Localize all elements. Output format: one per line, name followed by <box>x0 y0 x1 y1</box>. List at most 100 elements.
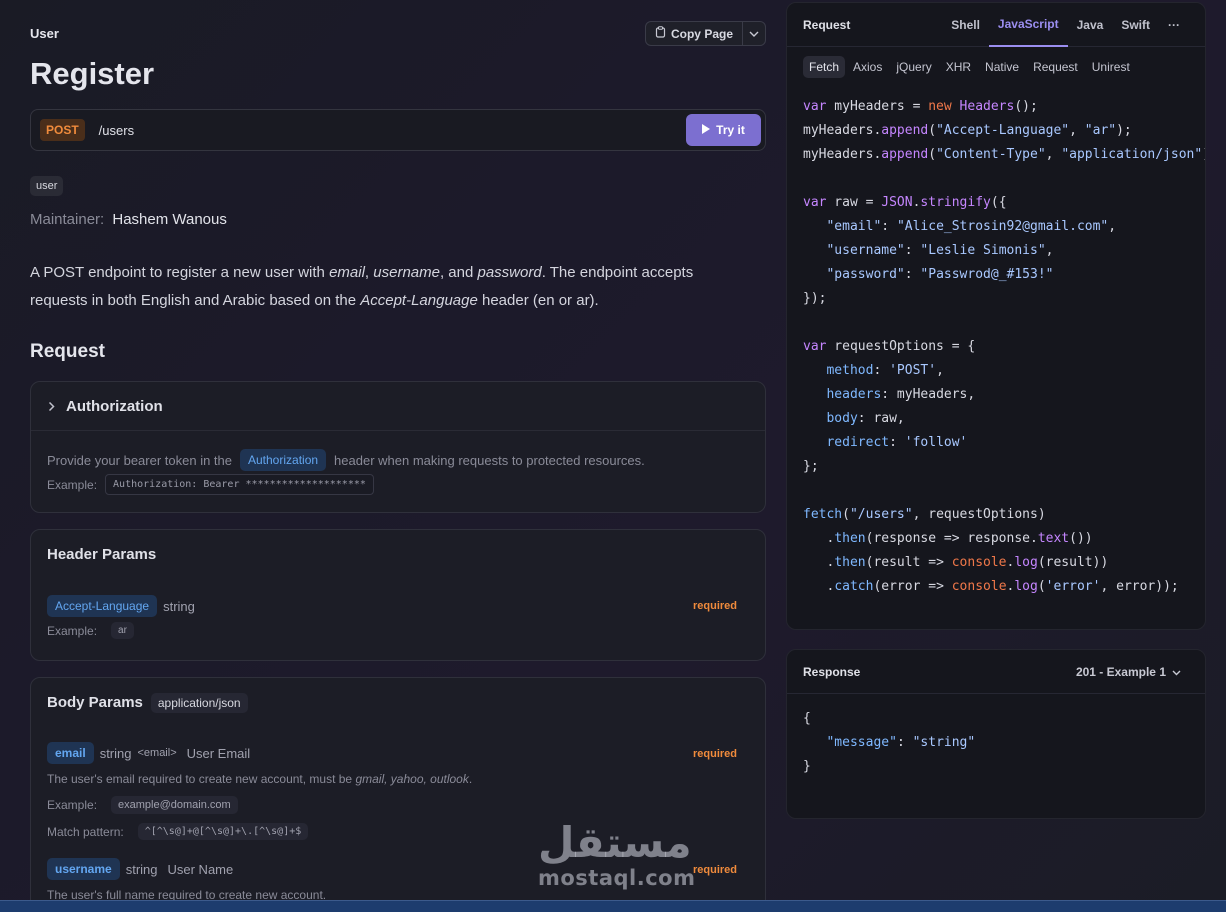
authorization-example: Example: Authorization: Bearer *********… <box>47 474 374 495</box>
param-name: email <box>47 742 94 764</box>
desc-em: username <box>373 264 440 281</box>
watermark-arabic: مستقل <box>538 818 692 867</box>
library-tabs: Fetch Axios jQuery XHR Native Request Un… <box>787 47 1205 87</box>
language-tabs: Shell JavaScript Java Swift ··· <box>942 3 1189 47</box>
authorization-title: Authorization <box>66 397 163 415</box>
tab-javascript[interactable]: JavaScript <box>988 3 1068 47</box>
chevron-right-icon <box>44 401 57 411</box>
chevron-down-icon <box>1172 665 1181 679</box>
response-panel-header: Response 201 - Example 1 <box>787 650 1205 694</box>
required-label: required <box>692 600 737 612</box>
param-row-email: email string <email> User Email <box>47 742 250 764</box>
page-title: Register <box>30 56 155 91</box>
authorization-pill: Authorization <box>240 449 327 471</box>
endpoint-path: /users <box>98 122 135 138</box>
tab-xhr[interactable]: XHR <box>940 56 977 78</box>
response-panel: Response 201 - Example 1 { "message": "s… <box>786 649 1206 819</box>
breadcrumb[interactable]: User <box>30 26 59 41</box>
endpoint-doc: User Copy Page Register POST /users Try … <box>30 0 766 900</box>
more-languages-icon[interactable]: ··· <box>1159 3 1189 47</box>
body-params-header: Body Params application/json <box>31 678 765 727</box>
request-code-block[interactable]: var myHeaders = new Headers(); myHeaders… <box>787 87 1205 599</box>
header-params-title: Header Params <box>47 546 157 563</box>
param-example: Example: example@domain.com <box>47 796 238 814</box>
param-example: Example: ar <box>47 622 134 639</box>
desc-text: A POST endpoint to register a new user w… <box>30 264 330 281</box>
copy-page-label: Copy Page <box>670 26 733 41</box>
method-badge: POST <box>40 119 85 141</box>
request-panel-header: Request Shell JavaScript Java Swift ··· <box>787 3 1205 47</box>
param-type: string <box>99 745 132 761</box>
example-value: example@domain.com <box>111 796 238 814</box>
tab-shell[interactable]: Shell <box>942 3 989 47</box>
authorization-text: Provide your bearer token in the Authori… <box>47 449 645 471</box>
required-label: required <box>692 864 737 876</box>
maintainer: Maintainer: Hashem Wanous <box>30 211 227 228</box>
maintainer-label: Maintainer: <box>30 211 105 228</box>
endpoint-bar: POST /users Try it <box>30 109 766 151</box>
authorization-card: Authorization Provide your bearer token … <box>30 381 766 513</box>
pattern-label: Match pattern: <box>47 824 124 839</box>
param-format: <email> <box>137 747 177 759</box>
tab-fetch[interactable]: Fetch <box>803 56 846 78</box>
required-label: required <box>692 748 737 760</box>
authorization-text-before: Provide your bearer token in the <box>47 452 232 468</box>
param-description: The user's full name required to create … <box>47 888 327 900</box>
param-type: string <box>163 598 195 614</box>
desc-text: header (en or ar). <box>477 292 599 309</box>
example-value: ar <box>111 622 134 639</box>
body-params-title: Body Params <box>47 694 143 711</box>
tab-unirest[interactable]: Unirest <box>1086 56 1136 78</box>
os-taskbar <box>0 900 1226 912</box>
desc-text: , <box>364 264 374 281</box>
mostaql-watermark: مستقل mostaql.com <box>538 818 696 891</box>
desc-text: . <box>468 772 473 786</box>
tab-java[interactable]: Java <box>1068 3 1113 47</box>
endpoint-description: A POST endpoint to register a new user w… <box>30 259 750 315</box>
example-label: Example: <box>47 798 98 812</box>
copy-page-group: Copy Page <box>644 21 766 46</box>
param-row: Accept-Language string <box>47 595 195 617</box>
param-title: User Email <box>186 745 251 761</box>
header-params-card: Header Params Accept-Language string req… <box>30 529 766 661</box>
param-pattern: Match pattern: ^[^\s@]+@[^\s@]+\.[^\s@]+… <box>47 823 309 840</box>
desc-text: The user's email required to create new … <box>47 772 356 786</box>
desc-em: password <box>477 264 542 281</box>
response-example-label: 201 - Example 1 <box>1075 665 1166 679</box>
param-row-username: username string User Name <box>47 858 233 880</box>
request-panel-title: Request <box>803 17 851 32</box>
copy-page-button[interactable]: Copy Page <box>646 22 743 45</box>
try-it-button[interactable]: Try it <box>686 114 761 146</box>
param-name: Accept-Language <box>47 595 158 617</box>
response-example-select[interactable]: 201 - Example 1 <box>1076 650 1181 694</box>
watermark-latin: mostaql.com <box>538 866 696 890</box>
tab-native[interactable]: Native <box>979 56 1025 78</box>
content-type-badge: application/json <box>150 692 248 713</box>
desc-text: , and <box>439 264 478 281</box>
maintainer-name: Hashem Wanous <box>112 211 227 228</box>
play-icon <box>702 123 711 137</box>
chevron-down-icon[interactable] <box>743 22 765 45</box>
example-label: Example: <box>47 477 98 492</box>
param-description: The user's email required to create new … <box>47 772 472 786</box>
pattern-value: ^[^\s@]+@[^\s@]+\.[^\s@]+$ <box>137 823 309 840</box>
desc-em: gmail, yahoo, outlook <box>355 772 469 786</box>
tab-request[interactable]: Request <box>1027 56 1084 78</box>
tab-jquery[interactable]: jQuery <box>890 56 937 78</box>
param-type: string <box>125 861 158 877</box>
tab-swift[interactable]: Swift <box>1112 3 1159 47</box>
desc-em: Accept-Language <box>360 292 478 309</box>
tag-badge[interactable]: user <box>30 176 64 196</box>
try-it-label: Try it <box>716 123 745 137</box>
param-title: User Name <box>167 861 234 877</box>
example-label: Example: <box>47 623 98 638</box>
response-code-block[interactable]: { "message": "string" } <box>787 694 1205 779</box>
tab-axios[interactable]: Axios <box>847 56 888 78</box>
request-code-panel: Request Shell JavaScript Java Swift ··· … <box>786 2 1206 630</box>
authorization-text-after: header when making requests to protected… <box>334 452 645 468</box>
authorization-toggle[interactable]: Authorization <box>31 382 765 431</box>
example-value: Authorization: Bearer ******************… <box>105 474 374 495</box>
param-name: username <box>47 858 120 880</box>
clipboard-icon <box>655 26 666 41</box>
desc-em: email <box>329 264 365 281</box>
